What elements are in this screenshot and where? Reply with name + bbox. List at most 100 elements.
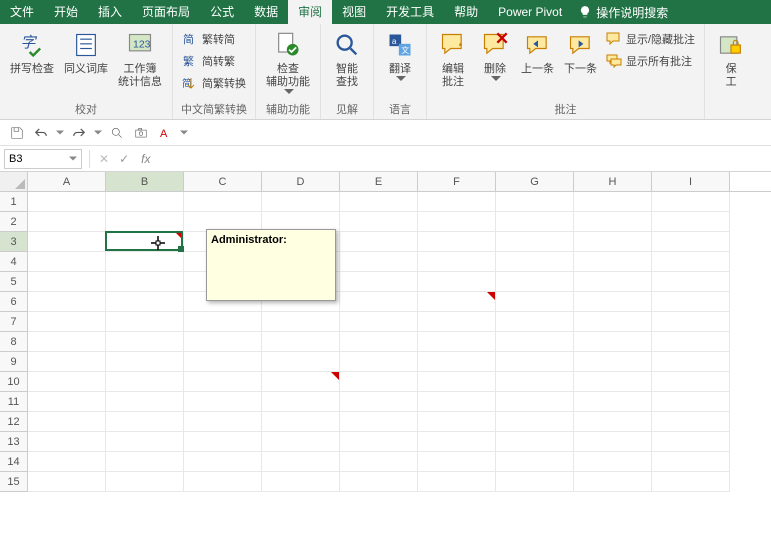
translate-button[interactable]: a文 翻译 xyxy=(380,26,420,103)
cell[interactable] xyxy=(496,452,574,472)
cell[interactable] xyxy=(574,372,652,392)
tab-Power Pivot[interactable]: Power Pivot xyxy=(488,0,572,24)
cell[interactable] xyxy=(106,212,184,232)
row-header[interactable]: 6 xyxy=(0,292,28,312)
convert-button[interactable]: 简简繁转换 xyxy=(179,72,249,94)
cell[interactable] xyxy=(28,392,106,412)
cell[interactable] xyxy=(496,292,574,312)
cell[interactable] xyxy=(106,452,184,472)
cell[interactable] xyxy=(262,372,340,392)
redo-button[interactable] xyxy=(70,124,88,142)
cell[interactable] xyxy=(28,472,106,492)
cell[interactable] xyxy=(106,372,184,392)
cell[interactable] xyxy=(28,412,106,432)
cell[interactable] xyxy=(418,232,496,252)
row-header[interactable]: 11 xyxy=(0,392,28,412)
tab-视图[interactable]: 视图 xyxy=(332,0,376,24)
preview-button[interactable] xyxy=(108,124,126,142)
cell[interactable] xyxy=(28,332,106,352)
cell[interactable] xyxy=(496,412,574,432)
cell[interactable] xyxy=(496,472,574,492)
cell[interactable] xyxy=(28,192,106,212)
cell[interactable] xyxy=(574,312,652,332)
show-hide-comment-button[interactable]: 显示/隐藏批注 xyxy=(603,28,698,50)
row-header[interactable]: 9 xyxy=(0,352,28,372)
cancel-button[interactable]: ✕ xyxy=(99,152,109,166)
cell[interactable] xyxy=(106,432,184,452)
row-header[interactable]: 5 xyxy=(0,272,28,292)
tab-开始[interactable]: 开始 xyxy=(44,0,88,24)
cell[interactable] xyxy=(28,352,106,372)
cell[interactable] xyxy=(574,332,652,352)
tell-me-search[interactable]: 操作说明搜索 xyxy=(572,4,674,21)
cell[interactable] xyxy=(574,452,652,472)
column-header[interactable]: G xyxy=(496,172,574,191)
cell[interactable] xyxy=(184,432,262,452)
cell[interactable] xyxy=(574,432,652,452)
cell[interactable] xyxy=(652,352,730,372)
cell[interactable] xyxy=(28,292,106,312)
tab-插入[interactable]: 插入 xyxy=(88,0,132,24)
cell[interactable] xyxy=(340,412,418,432)
cell[interactable] xyxy=(418,432,496,452)
cell[interactable] xyxy=(262,352,340,372)
cell[interactable] xyxy=(574,252,652,272)
tab-页面布局[interactable]: 页面布局 xyxy=(132,0,200,24)
save-button[interactable] xyxy=(8,124,26,142)
cell[interactable] xyxy=(340,212,418,232)
cell[interactable] xyxy=(652,232,730,252)
cell[interactable] xyxy=(28,252,106,272)
cell[interactable] xyxy=(184,452,262,472)
cell[interactable] xyxy=(496,392,574,412)
chevron-down-icon[interactable] xyxy=(56,130,64,135)
cell[interactable] xyxy=(262,452,340,472)
cell[interactable] xyxy=(652,452,730,472)
cell[interactable] xyxy=(418,332,496,352)
row-header[interactable]: 12 xyxy=(0,412,28,432)
cell[interactable] xyxy=(340,352,418,372)
cell[interactable] xyxy=(184,472,262,492)
cell[interactable] xyxy=(262,432,340,452)
cell[interactable] xyxy=(496,272,574,292)
cell[interactable] xyxy=(340,392,418,412)
cell[interactable] xyxy=(340,332,418,352)
column-header[interactable]: A xyxy=(28,172,106,191)
cell[interactable] xyxy=(106,292,184,312)
cell[interactable] xyxy=(652,252,730,272)
cell[interactable] xyxy=(496,192,574,212)
row-header[interactable]: 15 xyxy=(0,472,28,492)
cell[interactable] xyxy=(28,272,106,292)
protect-button[interactable]: 保 工 xyxy=(711,26,751,103)
tab-文件[interactable]: 文件 xyxy=(0,0,44,24)
cell[interactable] xyxy=(106,332,184,352)
cell[interactable] xyxy=(28,312,106,332)
cell[interactable] xyxy=(652,372,730,392)
row-header[interactable]: 8 xyxy=(0,332,28,352)
row-header[interactable]: 10 xyxy=(0,372,28,392)
column-header[interactable]: C xyxy=(184,172,262,191)
cell[interactable] xyxy=(340,192,418,212)
thesaurus-button[interactable]: 同义词库 xyxy=(60,26,112,103)
column-header[interactable]: D xyxy=(262,172,340,191)
row-header[interactable]: 14 xyxy=(0,452,28,472)
tab-帮助[interactable]: 帮助 xyxy=(444,0,488,24)
cell[interactable] xyxy=(262,312,340,332)
comment-popup[interactable]: Administrator: xyxy=(206,229,336,301)
cell[interactable] xyxy=(652,272,730,292)
cell[interactable] xyxy=(418,392,496,412)
cell[interactable] xyxy=(418,312,496,332)
row-header[interactable]: 7 xyxy=(0,312,28,332)
cell[interactable] xyxy=(496,432,574,452)
tab-审阅[interactable]: 审阅 xyxy=(288,0,332,24)
cell[interactable] xyxy=(418,292,496,312)
cell[interactable] xyxy=(184,392,262,412)
delete-comment-button[interactable]: 删除 xyxy=(475,26,515,103)
cell[interactable] xyxy=(340,312,418,332)
cell[interactable] xyxy=(496,332,574,352)
cell[interactable] xyxy=(574,392,652,412)
row-header[interactable]: 1 xyxy=(0,192,28,212)
cell[interactable] xyxy=(106,352,184,372)
cell[interactable] xyxy=(652,432,730,452)
edit-comment-button[interactable]: 编辑 批注 xyxy=(433,26,473,103)
cell[interactable] xyxy=(574,412,652,432)
